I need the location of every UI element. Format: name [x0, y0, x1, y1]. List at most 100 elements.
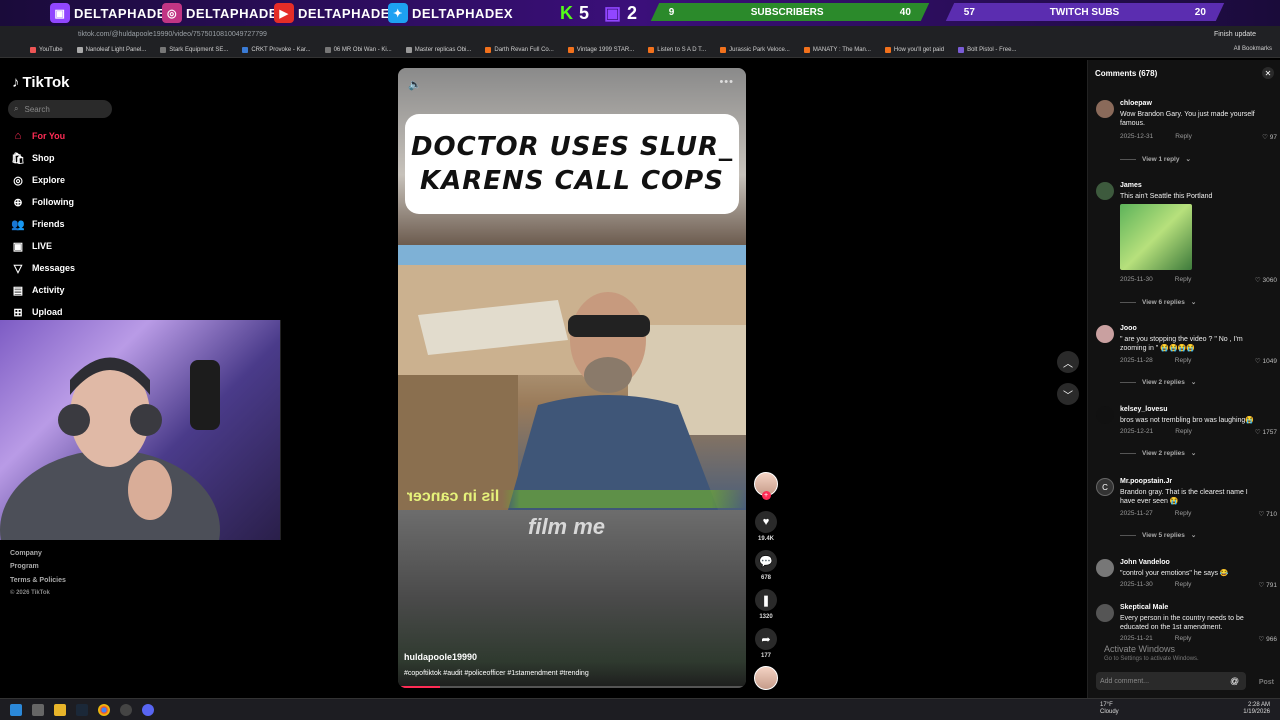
chrome-icon[interactable] — [98, 704, 110, 716]
bookmark-item[interactable]: Master replicas Obi... — [405, 46, 471, 53]
video-author[interactable]: huldapoole19990 — [404, 652, 477, 662]
weather-widget[interactable]: 17°F Cloudy — [1100, 702, 1119, 716]
comment-like-button[interactable]: ♡ 97 — [1262, 133, 1277, 141]
more-options-icon[interactable]: ••• — [719, 76, 734, 88]
previous-video-button[interactable]: ︿ — [1057, 351, 1079, 373]
sidebar-item-following[interactable]: ⊕ Following — [12, 196, 74, 209]
task-view-icon[interactable] — [32, 704, 44, 716]
comment-avatar[interactable] — [1096, 406, 1114, 424]
video-hashtags[interactable]: #copoftiktok #audit #policeofficer #1sta… — [404, 670, 589, 677]
comment-avatar[interactable] — [1096, 325, 1114, 343]
bookmark-item[interactable]: MANATY : The Man... — [803, 46, 871, 53]
system-clock[interactable]: 2:28 AM 1/19/2026 — [1243, 702, 1270, 716]
close-comments-button[interactable]: ✕ — [1262, 67, 1274, 79]
share-button[interactable]: ➦ 177 — [754, 628, 778, 659]
reply-button[interactable]: Reply — [1175, 581, 1192, 588]
bookmark-item[interactable]: Listen to S A D T... — [648, 46, 706, 53]
bookmark-item[interactable]: CRKT Provoke - Kar... — [242, 46, 311, 53]
sidebar-item-explore[interactable]: ◎ Explore — [12, 174, 65, 187]
video-progress-bar[interactable] — [398, 686, 746, 688]
view-replies-button[interactable]: View 2 replies ⌄ — [1120, 449, 1196, 458]
comment-avatar[interactable] — [1096, 100, 1114, 118]
windows-start-icon[interactable] — [10, 704, 22, 716]
sidebar-item-shop[interactable]: 🛍 Shop — [11, 152, 54, 165]
view-replies-button[interactable]: View 5 replies ⌄ — [1120, 531, 1196, 540]
bookmark-item[interactable]: Jurassic Park Veloce... — [720, 46, 790, 53]
comment-user[interactable]: James — [1120, 182, 1142, 189]
windows-taskbar: 17°F Cloudy 2:28 AM 1/19/2026 — [0, 698, 1280, 720]
comment-input[interactable]: Add comment... — [1096, 672, 1246, 690]
emoji-icon[interactable]: ☺ — [1230, 676, 1239, 686]
comment-button[interactable]: 💬 678 — [754, 550, 778, 581]
footer-program-link[interactable]: Program — [10, 563, 39, 570]
comment-like-count: 97 — [1269, 134, 1277, 141]
comment-date: 2025-11-27 — [1120, 510, 1153, 517]
comment-like-button[interactable]: ♡ 791 — [1259, 581, 1278, 589]
bookmark-item[interactable]: Stark Equipment SE... — [160, 46, 228, 53]
comment-user[interactable]: Skeptical Male — [1120, 604, 1168, 611]
comment-user[interactable]: John Vandeloo — [1120, 559, 1170, 566]
search-input[interactable]: ⌕ Search — [8, 100, 112, 118]
save-button[interactable]: ❚ 1320 — [754, 589, 778, 620]
settings-icon[interactable] — [120, 704, 132, 716]
reply-button[interactable]: Reply — [1175, 276, 1192, 283]
heart-outline-icon: ♡ — [1254, 429, 1261, 436]
bookmark-item[interactable]: 06 MR Obi Wan - Ki... — [324, 46, 392, 53]
comment-like-button[interactable]: ♡ 3060 — [1255, 276, 1277, 284]
bookmark-item[interactable]: Nanoleaf Light Panel... — [76, 46, 146, 53]
url-text[interactable]: tiktok.com/@huldapoole19990/video/757501… — [78, 31, 267, 38]
address-bar[interactable]: tiktok.com/@huldapoole19990/video/757501… — [0, 26, 1280, 42]
reply-button[interactable]: Reply — [1175, 635, 1192, 642]
volume-icon[interactable]: 🔈 — [408, 78, 422, 91]
creator-avatar-button[interactable]: + — [754, 472, 778, 500]
view-replies-button[interactable]: View 6 replies ⌄ — [1120, 298, 1196, 307]
all-bookmarks-button[interactable]: All Bookmarks — [1234, 46, 1272, 52]
activate-windows-watermark: Activate Windows — [1104, 644, 1176, 654]
finish-update-button[interactable]: Finish update — [1214, 31, 1256, 38]
sidebar-item-for-you[interactable]: ⌂ For You — [12, 130, 66, 142]
sidebar-item-messages[interactable]: ▽ Messages — [12, 262, 75, 275]
bookmark-item[interactable]: Bolt Pistol - Free... — [958, 46, 1016, 53]
view-replies-button[interactable]: View 2 replies ⌄ — [1120, 378, 1196, 387]
reply-button[interactable]: Reply — [1175, 133, 1192, 140]
comment-user[interactable]: Mr.poopstain.Jr — [1120, 478, 1172, 485]
sidebar-item-activity[interactable]: ▤ Activity — [12, 284, 65, 297]
sidebar-item-friends[interactable]: 👥 Friends — [11, 218, 64, 231]
comment-avatar[interactable] — [1096, 559, 1114, 577]
bookmark-item[interactable]: Darth Revan Full Co... — [485, 46, 554, 53]
reply-button[interactable]: Reply — [1175, 428, 1192, 435]
comment-like-button[interactable]: ♡ 1757 — [1255, 428, 1277, 436]
bookmark-item[interactable]: How you'll get paid — [884, 46, 944, 53]
comment-avatar[interactable]: C — [1096, 478, 1114, 496]
next-video-button[interactable]: ﹀ — [1057, 383, 1079, 405]
comment-user[interactable]: kelsey_lovesu — [1120, 406, 1167, 413]
view-replies-button[interactable]: View 1 reply ⌄ — [1120, 155, 1191, 164]
sidebar-item-live[interactable]: ▣ LIVE — [12, 240, 52, 253]
webcam-figure — [0, 357, 220, 540]
steam-icon[interactable] — [76, 704, 88, 716]
comment-user[interactable]: Jooo — [1120, 325, 1137, 332]
comment-like-button[interactable]: ♡ 710 — [1259, 510, 1278, 518]
footer-company-link[interactable]: Company — [10, 550, 42, 557]
comment-user[interactable]: chloepaw — [1120, 100, 1152, 107]
comment-avatar[interactable] — [1096, 604, 1114, 622]
post-comment-button[interactable]: Post — [1259, 679, 1274, 686]
footer-terms-link[interactable]: Terms & Policies — [10, 577, 66, 584]
reply-button[interactable]: Reply — [1175, 357, 1192, 364]
sidebar-item-upload[interactable]: ⊞ Upload — [12, 306, 62, 319]
file-explorer-icon[interactable] — [54, 704, 66, 716]
comment-avatar[interactable] — [1096, 182, 1114, 200]
comment-like-button[interactable]: ♡ 1049 — [1255, 357, 1277, 365]
discord-icon[interactable] — [142, 704, 154, 716]
bookmark-favicon-icon — [958, 46, 965, 53]
bookmark-item[interactable]: Vintage 1999 STAR... — [567, 46, 634, 53]
like-button[interactable]: ♥ 19.4K — [754, 511, 778, 542]
comment-image[interactable] — [1120, 204, 1192, 270]
reply-button[interactable]: Reply — [1175, 510, 1192, 517]
follow-plus-icon[interactable]: + — [761, 491, 771, 500]
tiktok-logo[interactable]: ♪ TikTok — [12, 74, 69, 91]
sound-avatar-button[interactable] — [754, 666, 778, 690]
comment-like-button[interactable]: ♡ 966 — [1259, 635, 1278, 643]
bookmark-item[interactable]: YouTube — [30, 46, 63, 53]
video-player[interactable]: DOCTOR USES SLUR_ KARENS CALL COPS lis i… — [398, 68, 746, 688]
